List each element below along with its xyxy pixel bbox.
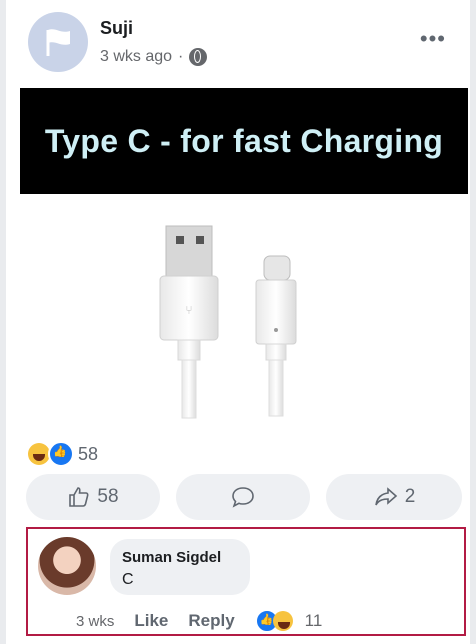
more-options-icon[interactable]: ••• xyxy=(420,26,446,52)
globe-icon xyxy=(189,48,208,66)
comment-text: C xyxy=(122,571,134,588)
share-button[interactable]: 2 xyxy=(326,474,462,520)
share-icon xyxy=(374,487,397,506)
haha-reaction-icon xyxy=(28,443,50,465)
comment-reactions[interactable]: 11 xyxy=(254,609,323,633)
haha-reaction-icon xyxy=(272,611,293,631)
comment-reaction-count: 11 xyxy=(304,611,323,630)
svg-text:⑂: ⑂ xyxy=(185,303,192,317)
comment-author[interactable]: Suman Sigdel xyxy=(122,549,221,566)
reaction-summary[interactable]: 58 xyxy=(28,441,98,467)
post-banner: Type C - for fast Charging xyxy=(20,88,468,194)
post-time[interactable]: 3 wks ago xyxy=(100,48,172,66)
comment-like-link[interactable]: Like xyxy=(134,611,168,631)
share-count: 2 xyxy=(404,486,416,507)
like-button[interactable]: 58 xyxy=(26,474,160,520)
comment-actions: 3 wks Like Reply 11 xyxy=(76,609,322,633)
like-count: 58 xyxy=(97,486,119,507)
cable-photo[interactable]: ⑂ xyxy=(20,194,468,430)
comment-button[interactable] xyxy=(176,474,310,520)
highlighted-comment: Suman Sigdel C 3 wks Like Reply 11 xyxy=(26,527,466,636)
flag-icon xyxy=(46,29,70,56)
comment-reply-link[interactable]: Reply xyxy=(188,611,234,631)
comment-bubble: Suman Sigdel C xyxy=(110,539,250,595)
separator-dot: · xyxy=(178,48,184,65)
post-author[interactable]: Suji xyxy=(100,18,133,39)
banner-text: Type C - for fast Charging xyxy=(44,122,444,159)
commenter-avatar[interactable] xyxy=(38,537,96,595)
post-card: Suji 3 wks ago · ••• Type C - for fast C… xyxy=(0,0,476,644)
comment-time[interactable]: 3 wks xyxy=(76,613,114,630)
like-reaction-icon xyxy=(48,441,74,467)
comment-icon xyxy=(232,487,254,508)
post-meta: 3 wks ago · xyxy=(100,48,208,66)
page-avatar[interactable] xyxy=(28,12,88,72)
thumbs-up-icon xyxy=(69,487,89,507)
reaction-count: 58 xyxy=(78,443,99,464)
usb-cable-image: ⑂ xyxy=(159,225,297,419)
